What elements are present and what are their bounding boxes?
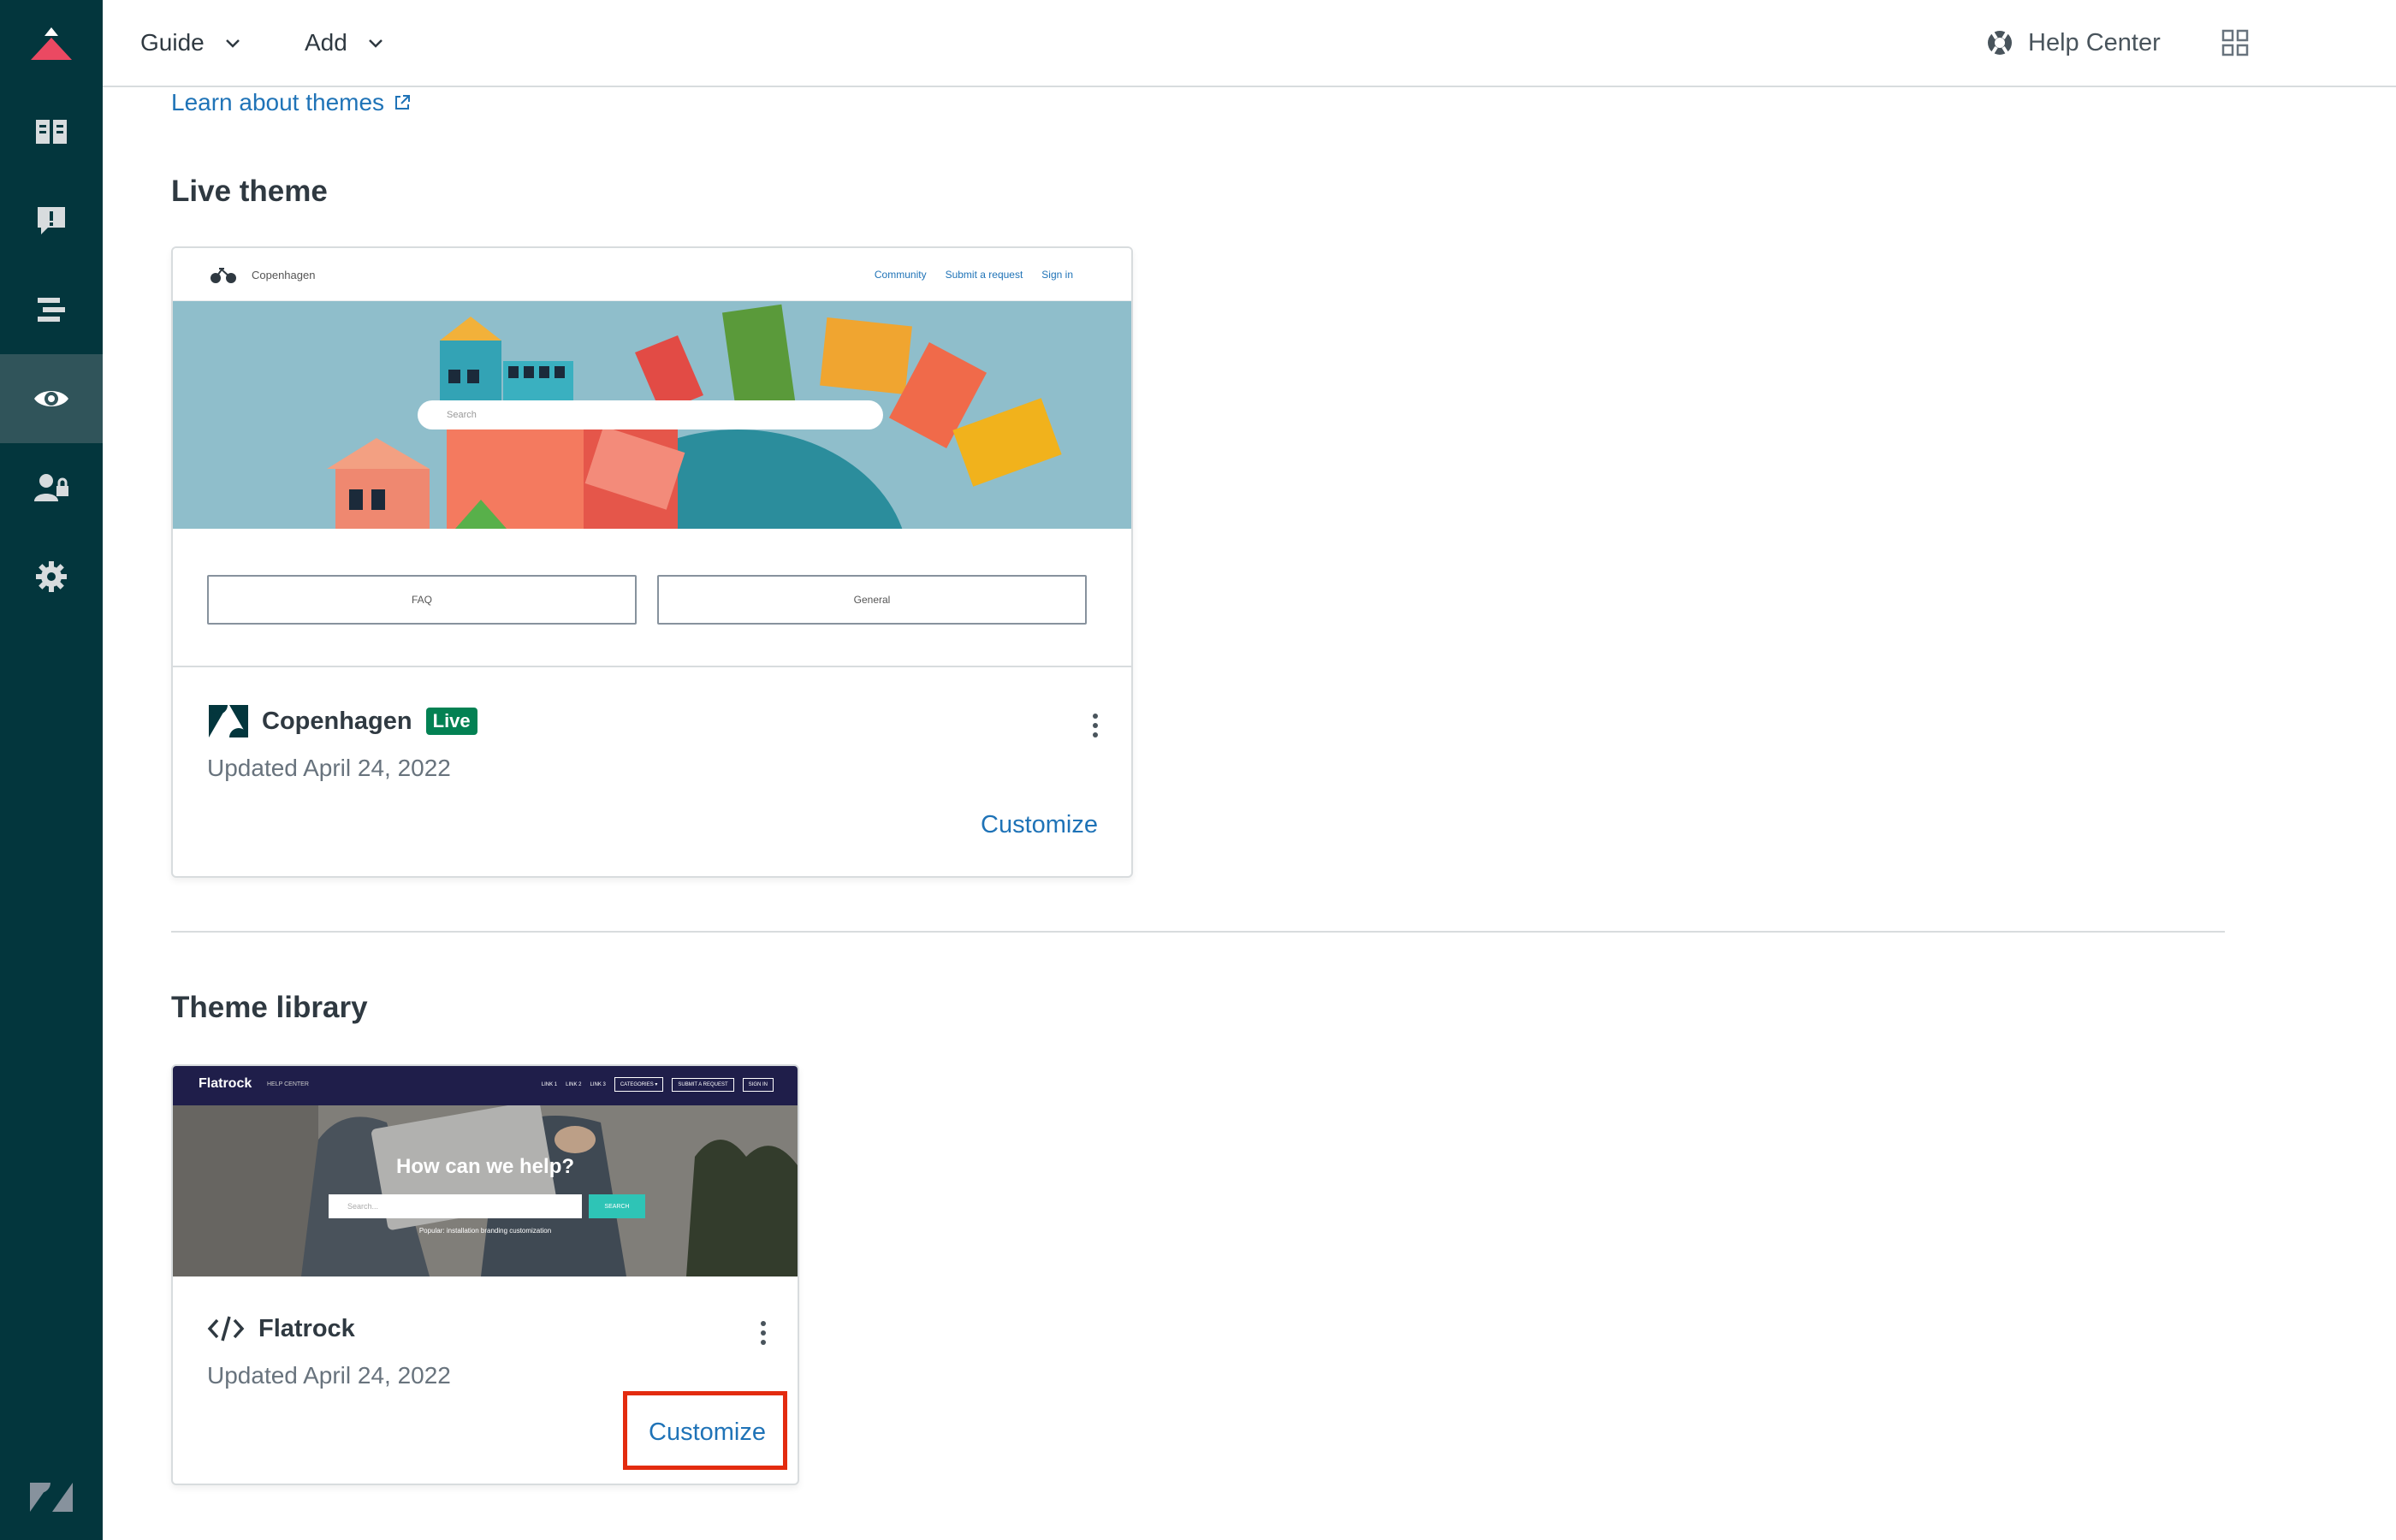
sidebar-item-settings[interactable] — [0, 532, 103, 621]
top-bar: Guide Add Help Center — [103, 0, 2396, 87]
help-center-link[interactable]: Help Center — [1985, 0, 2161, 86]
preview-submit-button: SUBMIT A REQUEST — [672, 1077, 734, 1092]
bike-logo-icon — [211, 268, 236, 283]
flatrock-search-placeholder: Search... — [347, 1202, 379, 1211]
help-center-label: Help Center — [2028, 28, 2161, 56]
flatrock-title-row: Flatrock — [207, 1314, 355, 1343]
preview-categories-button: CATEGORIES ▾ — [614, 1077, 664, 1092]
live-theme-title-row: Copenhagen Live — [207, 705, 477, 737]
sidebar-item-customize-design[interactable] — [0, 354, 103, 443]
book-icon — [36, 120, 67, 144]
guide-logo-icon[interactable] — [0, 0, 103, 86]
flatrock-theme-options-icon[interactable] — [755, 1316, 772, 1350]
live-theme-name: Copenhagen — [262, 707, 412, 735]
preview-link-submit: Submit a request — [945, 269, 1023, 281]
preview-link-3: LINK 3 — [590, 1081, 606, 1087]
preview-category-faq: FAQ — [207, 575, 637, 625]
chevron-down-icon — [368, 39, 383, 48]
live-theme-heading: Live theme — [171, 175, 328, 208]
user-lock-icon — [34, 474, 68, 501]
flatrock-preview-popular: Popular: installation branding customiza… — [418, 1227, 552, 1235]
guide-menu-label: Guide — [140, 29, 205, 56]
live-theme-updated: Updated April 24, 2022 — [207, 755, 451, 781]
sidebar — [0, 0, 103, 1540]
copenhagen-preview-links: Community Submit a request Sign in — [875, 269, 1073, 281]
live-theme-customize-button[interactable]: Customize — [981, 811, 1098, 839]
copenhagen-preview-nav: Copenhagen Community Submit a request Si… — [173, 248, 1131, 301]
sidebar-item-user-permissions[interactable] — [0, 443, 103, 532]
learn-about-themes-link[interactable]: Learn about themes — [171, 86, 412, 120]
flatrock-theme-updated: Updated April 24, 2022 — [207, 1362, 451, 1389]
guide-menu[interactable]: Guide — [140, 0, 242, 86]
preview-link-community: Community — [874, 269, 927, 281]
preview-signin-button: SIGN IN — [742, 1077, 774, 1092]
sidebar-item-arrange[interactable] — [0, 265, 103, 354]
zendesk-logo-icon[interactable] — [0, 1454, 103, 1540]
sidebar-item-moderation[interactable] — [0, 176, 103, 265]
preview-link-2: LINK 2 — [566, 1081, 582, 1087]
sidebar-item-knowledge[interactable] — [0, 87, 103, 176]
flatrock-preview-hero: How can we help? Search... SEARCH Popula… — [173, 1105, 798, 1276]
arrange-content-icon — [38, 298, 65, 322]
preview-category-faq-label: FAQ — [411, 594, 432, 606]
person-with-laptop-photo — [173, 1105, 798, 1276]
preview-category-general: General — [657, 575, 1087, 625]
product-tray-icon[interactable] — [2221, 29, 2249, 56]
customize-highlight-annotation — [623, 1391, 787, 1470]
alert-chat-icon — [38, 207, 65, 234]
preview-link-1: LINK 1 — [541, 1081, 558, 1087]
flatrock-preview-links: LINK 1 LINK 2 LINK 3 CATEGORIES ▾ SUBMIT… — [542, 1077, 774, 1092]
add-menu-label: Add — [305, 29, 347, 56]
external-link-icon — [395, 95, 411, 110]
theme-library-heading: Theme library — [171, 991, 368, 1024]
flatrock-theme-name: Flatrock — [258, 1314, 355, 1342]
add-menu[interactable]: Add — [305, 0, 385, 86]
flatrock-preview-headline: How can we help? — [395, 1155, 575, 1178]
learn-link-label: Learn about themes — [171, 89, 385, 116]
flatrock-preview-sub: HELP CENTER — [267, 1081, 309, 1087]
zendesk-logo-icon — [209, 705, 248, 737]
copenhagen-preview-search: Search — [418, 400, 883, 429]
lifebuoy-icon — [1988, 30, 2012, 56]
chevron-down-icon — [225, 39, 240, 48]
card-divider — [173, 666, 1131, 667]
live-theme-card: Copenhagen Community Submit a request Si… — [171, 246, 1133, 878]
copenhagen-preview-brand: Copenhagen — [252, 269, 316, 281]
flatrock-preview-search-button: SEARCH — [589, 1194, 645, 1218]
eye-icon — [34, 391, 68, 406]
gear-icon — [36, 561, 67, 592]
live-theme-options-icon[interactable] — [1087, 708, 1104, 743]
preview-search-placeholder: Search — [447, 410, 477, 420]
live-badge: Live — [425, 708, 477, 735]
preview-category-general-label: General — [853, 594, 891, 606]
code-icon — [207, 1316, 245, 1342]
preview-link-signin: Sign in — [1041, 269, 1073, 281]
copenhagen-preview-hero: Search — [173, 301, 1131, 529]
section-divider — [171, 931, 2225, 933]
flatrock-preview-brand: Flatrock — [199, 1076, 252, 1091]
flatrock-preview-search: Search... — [329, 1194, 582, 1218]
flatrock-preview-nav: Flatrock HELP CENTER LINK 1 LINK 2 LINK … — [173, 1066, 798, 1105]
